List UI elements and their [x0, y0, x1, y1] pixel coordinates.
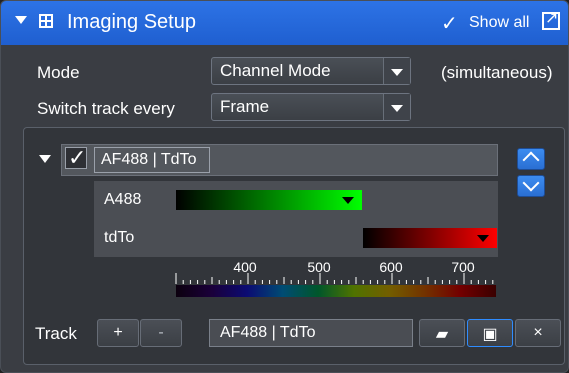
- tick-label-500: 500: [307, 259, 331, 275]
- move-up-button[interactable]: [517, 148, 545, 170]
- track-name-input-value: AF488 | TdTo: [220, 324, 316, 341]
- panel-title: Imaging Setup: [67, 11, 196, 33]
- save-icon: ▣: [482, 326, 498, 343]
- tick-label-400: 400: [233, 259, 257, 275]
- tick-label-700: 700: [451, 259, 475, 275]
- chevron-down-icon[interactable]: [383, 94, 410, 120]
- mode-value: Channel Mode: [220, 61, 331, 80]
- switch-track-value: Frame: [220, 97, 270, 116]
- grid-icon: [39, 14, 53, 28]
- close-label: ×: [533, 324, 543, 341]
- collapse-caret-icon[interactable]: [15, 16, 27, 24]
- delete-track-button[interactable]: ×: [515, 319, 561, 347]
- track-name-label: AF488 | TdTo: [101, 151, 197, 168]
- channel-name: A488: [104, 191, 142, 208]
- mode-label: Mode: [37, 63, 80, 82]
- mode-dropdown[interactable]: Channel Mode: [211, 57, 411, 85]
- track-name[interactable]: AF488 | TdTo: [94, 147, 210, 173]
- channel-color-bar-tdto[interactable]: [363, 228, 497, 248]
- add-track-label: +: [113, 324, 123, 341]
- folder-open-icon: ▰: [435, 326, 449, 343]
- spectrum-dim-overlay: [176, 285, 496, 297]
- channel-name: tdTo: [104, 229, 135, 246]
- track-expand-caret-icon[interactable]: [39, 155, 51, 163]
- tick-label-600: 600: [379, 259, 403, 275]
- save-track-button[interactable]: ▣: [467, 319, 513, 347]
- add-track-button[interactable]: +: [97, 319, 139, 347]
- move-down-button[interactable]: [517, 175, 545, 197]
- chevron-down-icon[interactable]: [383, 58, 410, 84]
- popout-icon[interactable]: [542, 8, 560, 30]
- check-icon[interactable]: ✓: [441, 11, 458, 36]
- channel-color-bar-a488[interactable]: [176, 190, 362, 210]
- show-all-label[interactable]: Show all: [469, 14, 529, 32]
- panel-header[interactable]: Imaging Setup ✓ Show all: [1, 1, 568, 45]
- imaging-setup-panel: Imaging Setup ✓ Show all Mode Channel Mo…: [0, 0, 569, 373]
- mode-note: (simultaneous): [441, 63, 553, 82]
- remove-track-button[interactable]: -: [140, 319, 182, 347]
- track-name-input[interactable]: AF488 | TdTo: [209, 319, 413, 347]
- track-checkbox[interactable]: [65, 145, 87, 171]
- track-label: Track: [35, 324, 77, 343]
- switch-track-dropdown[interactable]: Frame: [211, 93, 411, 121]
- open-track-button[interactable]: ▰: [419, 319, 465, 347]
- switch-track-label: Switch track every: [37, 99, 175, 118]
- remove-track-label: -: [158, 324, 164, 341]
